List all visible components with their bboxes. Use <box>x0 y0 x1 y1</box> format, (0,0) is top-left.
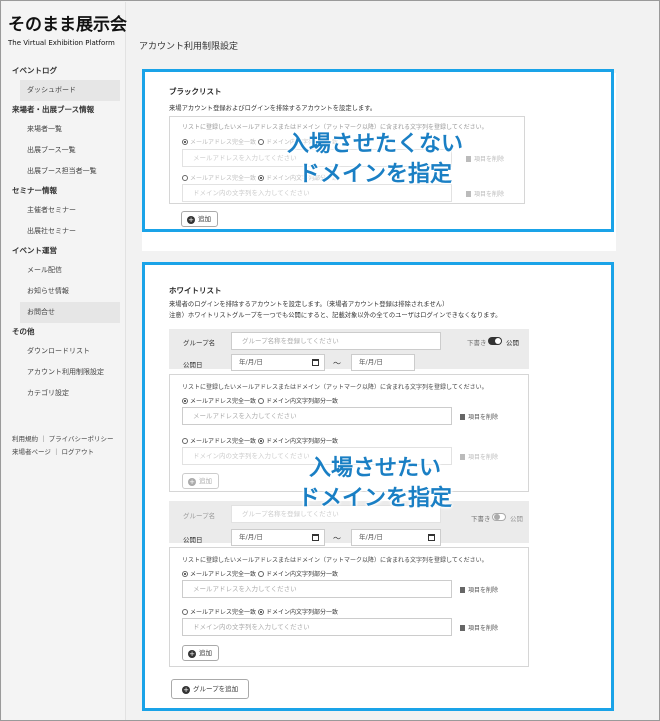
group1-name-input[interactable]: グループ名称を登録してください <box>231 332 441 350</box>
sidebar-item-account-restriction[interactable]: アカウント利用制限設定 <box>2 362 126 383</box>
group2-radio-partial-2[interactable]: ドメイン内文字列部分一致 <box>258 607 338 616</box>
plus-icon: + <box>188 650 196 658</box>
nav-section-operations: イベント運営 <box>12 246 57 255</box>
group1-radio-partial-2[interactable]: ドメイン内文字列部分一致 <box>258 436 338 445</box>
sidebar-item-visitor-list[interactable]: 来場者一覧 <box>2 119 126 140</box>
sidebar-item-category[interactable]: カテゴリ設定 <box>2 383 126 404</box>
whitelist-description-2: 注意）ホワイトリストグループを一つでも公開にすると、記載対象以外の全てのユーザは… <box>169 312 502 319</box>
blacklist-panel: ブラックリスト 来場アカウント登録およびログインを排除するアカウントを設定します… <box>142 69 614 232</box>
blacklist-add-button[interactable]: + 追加 <box>181 211 218 227</box>
group1-draft-label: 下書き <box>467 339 487 347</box>
group2-draft-label: 下書き <box>471 515 491 523</box>
plus-icon: + <box>188 478 196 486</box>
group2-email-input[interactable]: メールアドレスを入力してください <box>182 580 452 598</box>
page-title: アカウント利用制限設定 <box>139 42 239 52</box>
group1-publish-toggle[interactable] <box>488 337 502 345</box>
sidebar-item-mail[interactable]: メール配信 <box>2 260 126 281</box>
sidebar-item-booth-staff-list[interactable]: 出展ブース担当者一覧 <box>2 161 126 182</box>
trash-icon <box>460 625 465 631</box>
blacklist-callout: 入場させたくない ドメインを指定 <box>286 132 463 187</box>
group1-start-date[interactable]: 年/月/日 <box>231 354 325 371</box>
sidebar-item-exhibitor-seminar[interactable]: 出展社セミナー <box>2 221 126 242</box>
whitelist-description-1: 来場者のログインを排除するアカウントを設定します。（来場者アカウント登録は排除さ… <box>169 301 449 308</box>
group2-delete-email[interactable]: 項目を削除 <box>460 585 498 594</box>
group2-radio-exact[interactable]: メールアドレス完全一致 <box>182 569 256 578</box>
blacklist-radio-exact-2[interactable]: メールアドレス完全一致 <box>182 173 256 182</box>
whitelist-title: ホワイトリスト <box>169 286 222 295</box>
sidebar-footer: 利用規約 ｜ プライバシーポリシー 来場者ページ ｜ ログアウト <box>12 433 114 459</box>
blacklist-title: ブラックリスト <box>169 87 222 96</box>
nav-section-visitors-booths: 来場者・出展ブース情報 <box>12 105 95 114</box>
sidebar-item-inquiry[interactable]: お問合せ <box>20 302 120 323</box>
group2-radio-exact-2[interactable]: メールアドレス完全一致 <box>182 607 256 616</box>
date-range-tilde: ～ <box>333 359 341 368</box>
group2-start-date[interactable]: 年/月/日 <box>231 529 325 546</box>
group2-name-label: グループ名 <box>183 512 216 520</box>
add-group-button[interactable]: + グループを追加 <box>171 679 250 699</box>
footer-links-visitor-logout[interactable]: 来場者ページ ｜ ログアウト <box>12 446 114 459</box>
sidebar-item-dashboard[interactable]: ダッシュボード <box>20 80 120 101</box>
whitelist-callout: 入場させたい ドメインを指定 <box>297 456 452 511</box>
group1-radio-exact-2[interactable]: メールアドレス完全一致 <box>182 436 256 445</box>
group1-hint: リストに登録したいメールアドレスまたはドメイン（アットマーク以降）に含まれる文字… <box>182 384 488 391</box>
trash-icon <box>460 587 465 593</box>
group2-publish-toggle[interactable] <box>492 513 506 521</box>
logo-subtitle: The Virtual Exhibition Platform <box>8 39 115 47</box>
group1-public-label: 公開 <box>506 339 519 347</box>
group2-radio-partial[interactable]: ドメイン内文字列部分一致 <box>258 569 338 578</box>
group1-add-button[interactable]: + 追加 <box>182 473 219 489</box>
group2-end-date[interactable]: 年/月/日 <box>351 529 441 546</box>
sidebar-item-download-list[interactable]: ダウンロードリスト <box>2 341 126 362</box>
group1-publish-date-label: 公開日 <box>183 361 203 369</box>
group1-delete-email[interactable]: 項目を削除 <box>460 412 498 421</box>
nav-section-seminars: セミナー情報 <box>12 186 57 195</box>
group1-radio-partial[interactable]: ドメイン内文字列部分一致 <box>258 396 338 405</box>
sidebar-item-booth-list[interactable]: 出展ブース一覧 <box>2 140 126 161</box>
nav-section-other: その他 <box>12 327 35 336</box>
sidebar-nav: イベントログ ダッシュボード 来場者・出展ブース情報 来場者一覧 出展ブース一覧… <box>2 62 126 404</box>
calendar-icon <box>312 359 319 366</box>
group1-email-input[interactable]: メールアドレスを入力してください <box>182 407 452 425</box>
date-range-tilde-2: ～ <box>333 534 341 543</box>
calendar-icon <box>312 534 319 541</box>
logo-title: そのまま展示会 <box>8 15 127 35</box>
group1-name-label: グループ名 <box>183 339 216 347</box>
sidebar-item-organizer-seminar[interactable]: 主催者セミナー <box>2 200 126 221</box>
trash-icon <box>460 414 465 420</box>
group2-hint: リストに登録したいメールアドレスまたはドメイン（アットマーク以降）に含まれる文字… <box>182 557 488 564</box>
blacklist-description: 来場アカウント登録およびログインを排除するアカウントを設定します。 <box>169 105 377 112</box>
plus-icon: + <box>182 686 190 694</box>
sidebar-item-notices[interactable]: お知らせ情報 <box>2 281 126 302</box>
group1-end-date[interactable]: 年/月/日 <box>351 354 415 371</box>
logo[interactable]: そのまま展示会 The Virtual Exhibition Platform <box>2 2 127 47</box>
trash-icon <box>466 191 471 197</box>
plus-icon: + <box>187 216 195 224</box>
app-frame: そのまま展示会 The Virtual Exhibition Platform … <box>0 0 660 721</box>
group2-entry-box: リストに登録したいメールアドレスまたはドメイン（アットマーク以降）に含まれる文字… <box>169 547 529 667</box>
group2-public-label: 公開 <box>510 515 523 523</box>
group2-publish-date-label: 公開日 <box>183 536 203 544</box>
group2-add-button[interactable]: + 追加 <box>182 645 219 661</box>
group2-delete-domain[interactable]: 項目を削除 <box>460 623 498 632</box>
footer-links-terms-privacy[interactable]: 利用規約 ｜ プライバシーポリシー <box>12 433 114 446</box>
blacklist-delete-domain[interactable]: 項目を削除 <box>466 189 504 198</box>
calendar-icon <box>428 534 435 541</box>
group2-domain-input[interactable]: ドメイン内の文字列を入力してください <box>182 618 452 636</box>
whitelist-panel: ホワイトリスト 来場者のログインを排除するアカウントを設定します。（来場者アカウ… <box>142 262 614 711</box>
blacklist-radio-exact[interactable]: メールアドレス完全一致 <box>182 137 256 146</box>
sidebar: そのまま展示会 The Virtual Exhibition Platform … <box>2 2 127 720</box>
nav-section-event-log: イベントログ <box>12 66 57 75</box>
group1-radio-exact[interactable]: メールアドレス完全一致 <box>182 396 256 405</box>
